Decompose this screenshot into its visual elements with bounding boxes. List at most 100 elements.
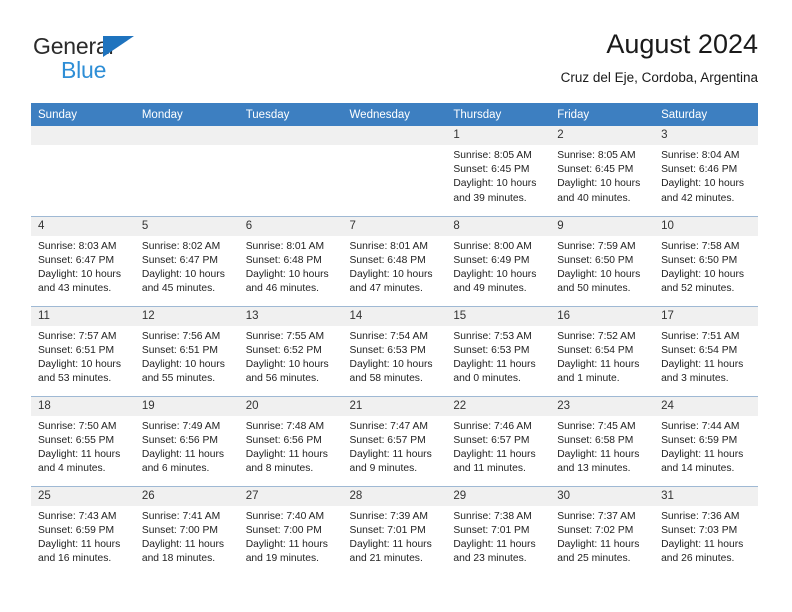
sunset-text: Sunset: 6:50 PM xyxy=(661,254,738,266)
day-number: 30 xyxy=(550,486,655,506)
calendar-day-cell[interactable]: 21 Sunrise: 7:47 AM Sunset: 6:57 PM Dayligh… xyxy=(342,395,447,486)
calendar-day-cell[interactable]: 2 Sunrise: 8:05 AM Sunset: 6:45 PM Daylight… xyxy=(550,126,655,216)
day-number: 25 xyxy=(31,486,135,506)
calendar-day-cell[interactable]: 10 Sunrise: 7:58 AM Sunset: 6:50 PM Dayligh… xyxy=(654,215,758,306)
calendar-day-cell[interactable]: 4 Sunrise: 8:03 AM Sunset: 6:47 PM Daylight… xyxy=(31,215,135,306)
day-number: 26 xyxy=(134,486,239,506)
sunset-text: Sunset: 6:51 PM xyxy=(38,344,115,356)
weekday-header-saturday: Saturday xyxy=(654,103,758,126)
calendar-week-row: 18 Sunrise: 7:50 AM Sunset: 6:55 PM Dayligh… xyxy=(31,395,758,486)
calendar-day-cell[interactable]: 26 Sunrise: 7:41 AM Sunset: 7:00 PM Dayligh… xyxy=(134,485,239,576)
day-number: 15 xyxy=(446,306,551,326)
calendar-day-cell[interactable]: 22 Sunrise: 7:46 AM Sunset: 6:57 PM Dayligh… xyxy=(446,395,551,486)
daylight-text: Daylight: 10 hours and 46 minutes. xyxy=(245,268,329,295)
sunset-text: Sunset: 7:00 PM xyxy=(141,524,218,536)
daylight-text: Daylight: 11 hours and 13 minutes. xyxy=(557,448,640,475)
calendar-day-cell[interactable]: 18 Sunrise: 7:50 AM Sunset: 6:55 PM Dayligh… xyxy=(31,395,135,486)
daylight-text: Daylight: 10 hours and 53 minutes. xyxy=(38,358,121,385)
day-details: Sunrise: 7:36 AM Sunset: 7:03 PM Daylight:… xyxy=(654,506,758,567)
sunrise-text: Sunrise: 8:03 AM xyxy=(38,240,117,252)
calendar-day-cell[interactable]: 1 Sunrise: 8:05 AM Sunset: 6:45 PM Daylight… xyxy=(446,126,551,216)
day-number: 20 xyxy=(238,396,343,416)
day-number: 17 xyxy=(654,306,758,326)
sunrise-text: Sunrise: 7:41 AM xyxy=(141,510,221,522)
calendar-day-cell[interactable]: 7 Sunrise: 8:01 AM Sunset: 6:48 PM Daylight… xyxy=(342,215,447,306)
sunrise-text: Sunrise: 7:54 AM xyxy=(349,330,428,342)
day-number: 16 xyxy=(550,306,655,326)
calendar-week-row: 25 Sunrise: 7:43 AM Sunset: 6:59 PM Dayligh… xyxy=(31,485,758,576)
day-number: 22 xyxy=(446,396,551,416)
calendar-day-cell[interactable]: 29 Sunrise: 7:38 AM Sunset: 7:01 PM Dayligh… xyxy=(446,485,551,576)
calendar-day-cell[interactable]: 8 Sunrise: 8:00 AM Sunset: 6:49 PM Daylight… xyxy=(446,215,551,306)
day-number: 13 xyxy=(238,306,343,326)
day-number: 9 xyxy=(550,216,655,236)
calendar-cell-empty xyxy=(342,126,447,216)
sunset-text: Sunset: 7:00 PM xyxy=(245,524,322,536)
calendar-day-cell[interactable]: 3 Sunrise: 8:04 AM Sunset: 6:46 PM Daylight… xyxy=(654,126,758,216)
daylight-text: Daylight: 10 hours and 42 minutes. xyxy=(661,178,745,204)
calendar-day-cell[interactable]: 24 Sunrise: 7:44 AM Sunset: 6:59 PM Dayligh… xyxy=(654,395,758,486)
daylight-text: Daylight: 11 hours and 4 minutes. xyxy=(38,448,121,475)
sunset-text: Sunset: 6:57 PM xyxy=(349,434,426,446)
calendar-day-cell[interactable]: 16 Sunrise: 7:52 AM Sunset: 6:54 PM Dayligh… xyxy=(550,305,655,396)
day-number xyxy=(31,126,135,145)
calendar-day-cell[interactable]: 31 Sunrise: 7:36 AM Sunset: 7:03 PM Dayligh… xyxy=(654,485,758,576)
general-blue-logo[interactable]: General Blue xyxy=(33,33,233,83)
daylight-text: Daylight: 10 hours and 58 minutes. xyxy=(349,358,433,385)
sunrise-text: Sunrise: 7:51 AM xyxy=(661,330,740,342)
sunset-text: Sunset: 6:54 PM xyxy=(557,344,634,356)
calendar-day-cell[interactable]: 25 Sunrise: 7:43 AM Sunset: 6:59 PM Dayligh… xyxy=(31,485,135,576)
calendar-day-cell[interactable]: 14 Sunrise: 7:54 AM Sunset: 6:53 PM Dayligh… xyxy=(342,305,447,396)
sunset-text: Sunset: 7:02 PM xyxy=(557,524,634,536)
calendar-day-cell[interactable]: 20 Sunrise: 7:48 AM Sunset: 6:56 PM Dayligh… xyxy=(238,395,343,486)
day-number xyxy=(134,126,239,145)
calendar-day-cell[interactable]: 27 Sunrise: 7:40 AM Sunset: 7:00 PM Dayligh… xyxy=(238,485,343,576)
sunset-text: Sunset: 6:45 PM xyxy=(557,164,634,176)
page-title: August 2024 xyxy=(606,29,758,59)
calendar-day-cell[interactable]: 17 Sunrise: 7:51 AM Sunset: 6:54 PM Dayligh… xyxy=(654,305,758,396)
day-number: 5 xyxy=(134,216,239,236)
calendar-day-cell[interactable]: 19 Sunrise: 7:49 AM Sunset: 6:56 PM Dayligh… xyxy=(134,395,239,486)
day-details: Sunrise: 8:00 AM Sunset: 6:49 PM Daylight:… xyxy=(446,236,550,297)
calendar-day-cell[interactable]: 13 Sunrise: 7:55 AM Sunset: 6:52 PM Dayligh… xyxy=(238,305,343,396)
daylight-text: Daylight: 11 hours and 26 minutes. xyxy=(661,538,744,565)
daylight-text: Daylight: 10 hours and 50 minutes. xyxy=(557,268,641,295)
sunrise-text: Sunrise: 7:59 AM xyxy=(557,240,636,252)
calendar-day-cell[interactable]: 15 Sunrise: 7:53 AM Sunset: 6:53 PM Dayligh… xyxy=(446,305,551,396)
calendar-day-cell[interactable]: 30 Sunrise: 7:37 AM Sunset: 7:02 PM Dayligh… xyxy=(550,485,655,576)
day-details: Sunrise: 7:49 AM Sunset: 6:56 PM Daylight:… xyxy=(135,416,239,477)
day-number: 19 xyxy=(134,396,239,416)
sunset-text: Sunset: 6:58 PM xyxy=(557,434,634,446)
sunset-text: Sunset: 6:47 PM xyxy=(38,254,115,266)
sunrise-text: Sunrise: 7:39 AM xyxy=(349,510,428,522)
daylight-text: Daylight: 11 hours and 21 minutes. xyxy=(349,538,432,565)
logo-line-two: Blue xyxy=(33,57,233,83)
sunset-text: Sunset: 7:03 PM xyxy=(661,524,738,536)
calendar-day-cell[interactable]: 12 Sunrise: 7:56 AM Sunset: 6:51 PM Dayligh… xyxy=(134,305,239,396)
page-subtitle: Cruz del Eje, Cordoba, Argentina xyxy=(560,70,758,85)
calendar-day-cell[interactable]: 6 Sunrise: 8:01 AM Sunset: 6:48 PM Daylight… xyxy=(238,215,343,306)
sunrise-text: Sunrise: 7:45 AM xyxy=(557,420,636,432)
day-details: Sunrise: 8:02 AM Sunset: 6:47 PM Daylight:… xyxy=(135,236,239,297)
day-details: Sunrise: 7:59 AM Sunset: 6:50 PM Daylight:… xyxy=(550,236,654,297)
sunrise-text: Sunrise: 7:50 AM xyxy=(38,420,117,432)
calendar-cell-empty xyxy=(134,126,239,216)
daylight-text: Daylight: 11 hours and 6 minutes. xyxy=(141,448,225,475)
sunrise-text: Sunrise: 7:48 AM xyxy=(245,420,325,432)
sunset-text: Sunset: 6:52 PM xyxy=(245,344,322,356)
title-block: August 2024 Cruz del Eje, Cordoba, Argen… xyxy=(561,28,758,86)
calendar-day-cell[interactable]: 9 Sunrise: 7:59 AM Sunset: 6:50 PM Daylight… xyxy=(550,215,655,306)
calendar-day-cell[interactable]: 28 Sunrise: 7:39 AM Sunset: 7:01 PM Dayligh… xyxy=(342,485,447,576)
sunrise-text: Sunrise: 7:37 AM xyxy=(557,510,636,522)
day-details: Sunrise: 7:46 AM Sunset: 6:57 PM Daylight:… xyxy=(446,416,550,477)
logo-word-general: General xyxy=(33,33,114,59)
day-number: 23 xyxy=(550,396,655,416)
day-details: Sunrise: 7:40 AM Sunset: 7:00 PM Daylight:… xyxy=(239,506,343,567)
day-details: Sunrise: 8:01 AM Sunset: 6:48 PM Daylight:… xyxy=(343,236,447,297)
sunrise-text: Sunrise: 7:44 AM xyxy=(661,420,740,432)
calendar-day-cell[interactable]: 23 Sunrise: 7:45 AM Sunset: 6:58 PM Dayligh… xyxy=(550,395,655,486)
calendar-day-cell[interactable]: 5 Sunrise: 8:02 AM Sunset: 6:47 PM Daylight… xyxy=(134,215,239,306)
calendar-day-cell[interactable]: 11 Sunrise: 7:57 AM Sunset: 6:51 PM Dayligh… xyxy=(31,305,135,396)
sunrise-text: Sunrise: 7:36 AM xyxy=(661,510,740,522)
sunset-text: Sunset: 6:46 PM xyxy=(661,164,738,176)
